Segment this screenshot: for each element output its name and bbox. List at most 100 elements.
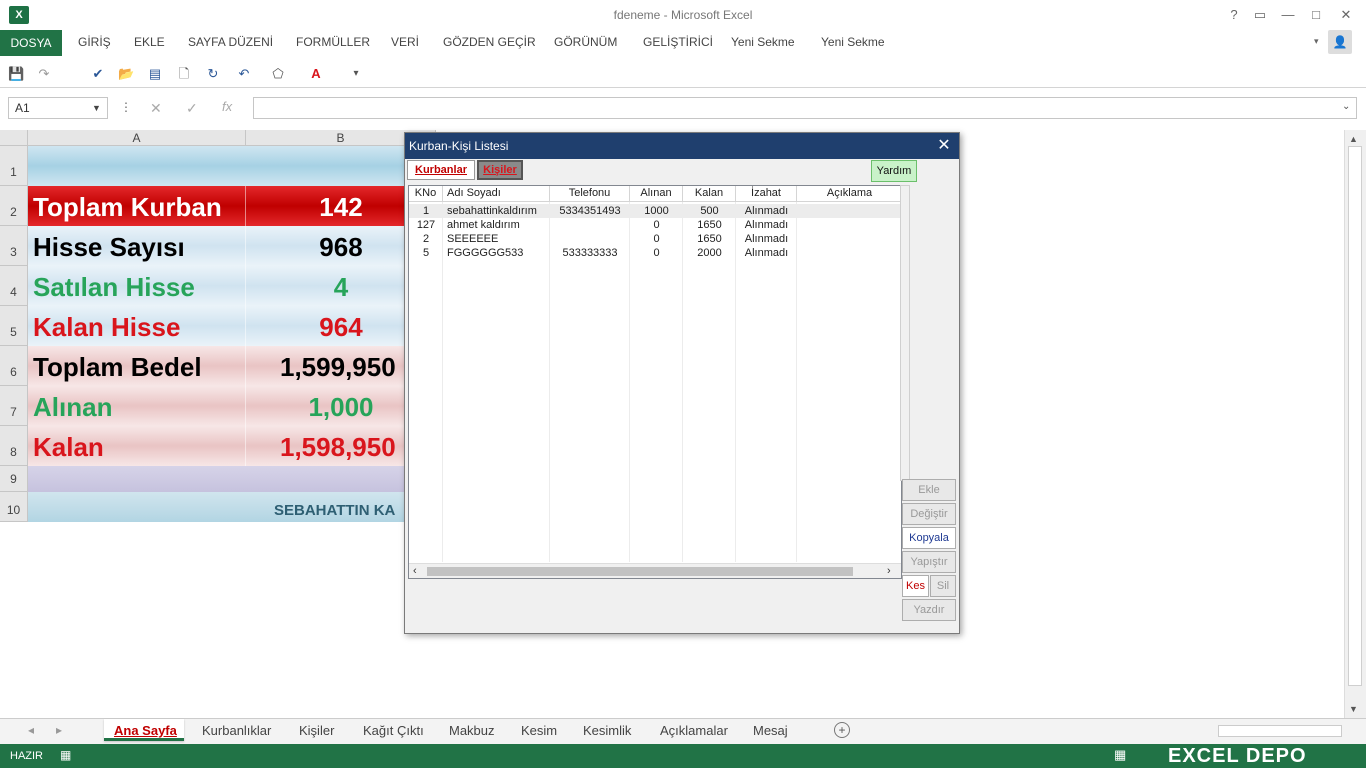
macro-record-icon[interactable]: ▦: [60, 748, 71, 762]
scroll-left-icon[interactable]: ‹: [413, 565, 417, 577]
help-icon[interactable]: ?: [1222, 4, 1246, 26]
row-3-alinan[interactable]: 0: [630, 233, 683, 245]
label-satilan-hisse[interactable]: Satılan Hisse: [33, 272, 195, 303]
form-icon[interactable]: ▤: [147, 66, 163, 82]
row-header-5[interactable]: 5: [0, 306, 28, 346]
tab-review[interactable]: GÖZDEN GEÇİR: [443, 35, 536, 49]
label-toplam-kurban[interactable]: Toplam Kurban: [33, 192, 222, 223]
value-toplam-bedel[interactable]: 1,599,950: [280, 352, 396, 383]
sheet-tab-mesaj[interactable]: Mesaj: [753, 723, 788, 738]
sheet-tab-kurbanliklar[interactable]: Kurbanlıklar: [202, 723, 271, 738]
dialog-close-icon[interactable]: ✕: [935, 133, 953, 159]
label-alinan[interactable]: Alınan: [33, 392, 112, 423]
row-3-izahat[interactable]: Alınmadı: [736, 233, 797, 245]
col-alinan[interactable]: Alınan: [630, 186, 683, 202]
spelling-icon[interactable]: ✔: [90, 66, 106, 82]
maximize-icon[interactable]: □: [1304, 4, 1328, 26]
tab-formulas[interactable]: FORMÜLLER: [296, 35, 370, 49]
col-kno[interactable]: KNo: [409, 186, 443, 202]
tab-kurbanlar[interactable]: Kurbanlar: [407, 160, 475, 180]
prev-sheet-icon[interactable]: ◂: [28, 723, 34, 737]
undo-icon[interactable]: ↶: [236, 66, 252, 82]
vertical-scrollbar[interactable]: ▲ ▼: [1344, 130, 1366, 718]
list-vertical-scrollbar[interactable]: [900, 185, 910, 481]
person-list[interactable]: KNo Adı Soyadı Telefonu Alınan Kalan İza…: [408, 185, 902, 579]
tab-developer[interactable]: GELİŞTİRİCİ: [643, 35, 713, 49]
sheet-tab-kesim[interactable]: Kesim: [521, 723, 557, 738]
minimize-icon[interactable]: —: [1276, 4, 1300, 26]
row-header-9[interactable]: 9: [0, 466, 28, 492]
enter-icon[interactable]: ✓: [186, 100, 198, 117]
row-1-alinan[interactable]: 1000: [630, 205, 683, 217]
expand-formula-icon[interactable]: ⌄: [1342, 101, 1350, 112]
name-box-dropdown-icon[interactable]: ▼: [92, 97, 106, 119]
row-4-kalan[interactable]: 2000: [683, 247, 736, 259]
row-header-8[interactable]: 8: [0, 426, 28, 466]
label-kalan[interactable]: Kalan: [33, 432, 104, 463]
tab-new-1[interactable]: Yeni Sekme: [731, 35, 795, 49]
horizontal-scrollbar[interactable]: [1218, 725, 1342, 737]
tab-insert[interactable]: EKLE: [134, 35, 165, 49]
row-1-kno[interactable]: 1: [409, 205, 443, 217]
row-header-3[interactable]: 3: [0, 226, 28, 266]
row-header-2[interactable]: 2: [0, 186, 28, 226]
row-4-phone[interactable]: 533333333: [550, 247, 630, 259]
degistir-button[interactable]: Değiştir: [902, 503, 956, 525]
row-3-kalan[interactable]: 1650: [683, 233, 736, 245]
scroll-down-icon[interactable]: ▼: [1349, 704, 1358, 714]
scroll-thumb[interactable]: [1348, 146, 1362, 686]
save-icon[interactable]: 💾: [8, 66, 24, 82]
sheet-tab-kisiler[interactable]: Kişiler: [299, 723, 334, 738]
sheet-tab-ana-sayfa[interactable]: Ana Sayfa: [114, 723, 177, 738]
help-button[interactable]: Yardım: [871, 160, 917, 182]
row-2-kalan[interactable]: 1650: [683, 219, 736, 231]
sheet-tab-aciklamalar[interactable]: Açıklamalar: [660, 723, 728, 738]
row-header-7[interactable]: 7: [0, 386, 28, 426]
col-adi-soyadi[interactable]: Adı Soyadı: [443, 186, 550, 202]
tab-view[interactable]: GÖRÜNÜM: [554, 35, 617, 49]
formula-input[interactable]: [253, 97, 1357, 119]
select-all-corner[interactable]: [0, 130, 28, 146]
tab-data[interactable]: VERİ: [391, 35, 419, 49]
sheet-tab-kesimlik[interactable]: Kesimlik: [583, 723, 631, 738]
yapistir-button[interactable]: Yapıştır: [902, 551, 956, 573]
redo-icon[interactable]: ↷: [36, 66, 52, 82]
tab-page-layout[interactable]: SAYFA DÜZENİ: [188, 35, 273, 49]
row-header-4[interactable]: 4: [0, 266, 28, 306]
row-2-name[interactable]: ahmet kaldırım: [447, 219, 520, 231]
user-avatar-icon[interactable]: 👤: [1328, 30, 1352, 54]
label-kalan-hisse[interactable]: Kalan Hisse: [33, 312, 180, 343]
col-telefonu[interactable]: Telefonu: [550, 186, 630, 202]
list-horizontal-scrollbar[interactable]: ‹ ›: [409, 563, 901, 578]
col-aciklama[interactable]: Açıklama: [797, 186, 901, 202]
list-scroll-thumb[interactable]: [427, 567, 853, 576]
kopyala-button[interactable]: Kopyala: [902, 527, 956, 549]
row-4-kno[interactable]: 5: [409, 247, 443, 259]
cancel-icon[interactable]: ✕: [150, 100, 162, 117]
close-icon[interactable]: ✕: [1334, 4, 1358, 26]
label-toplam-bedel[interactable]: Toplam Bedel: [33, 352, 202, 383]
row-1-kalan[interactable]: 500: [683, 205, 736, 217]
insert-function-icon[interactable]: fx: [222, 99, 232, 114]
row-header-10[interactable]: 10: [0, 492, 28, 522]
ribbon-display-icon[interactable]: ▭: [1248, 4, 1272, 26]
row-3-kno[interactable]: 2: [409, 233, 443, 245]
row-header-6[interactable]: 6: [0, 346, 28, 386]
sil-button[interactable]: Sil: [930, 575, 956, 597]
column-header-a[interactable]: A: [28, 130, 246, 146]
sheet-tab-makbuz[interactable]: Makbuz: [449, 723, 495, 738]
tab-new-2[interactable]: Yeni Sekme: [821, 35, 885, 49]
add-sheet-icon[interactable]: +: [834, 722, 850, 738]
tab-kisiler[interactable]: Kişiler: [477, 160, 523, 180]
ekle-button[interactable]: Ekle: [902, 479, 956, 501]
scroll-up-icon[interactable]: ▲: [1349, 134, 1358, 144]
new-file-icon[interactable]: 🗋: [176, 66, 192, 82]
tab-file[interactable]: DOSYA: [0, 30, 62, 56]
row-4-alinan[interactable]: 0: [630, 247, 683, 259]
row-1-phone[interactable]: 5334351493: [550, 205, 630, 217]
row-4-izahat[interactable]: Alınmadı: [736, 247, 797, 259]
normal-view-icon[interactable]: ▦: [1114, 747, 1126, 763]
label-hisse-sayisi[interactable]: Hisse Sayısı: [33, 232, 185, 263]
row-2-kno[interactable]: 127: [409, 219, 443, 231]
open-folder-icon[interactable]: 📂: [118, 66, 134, 82]
